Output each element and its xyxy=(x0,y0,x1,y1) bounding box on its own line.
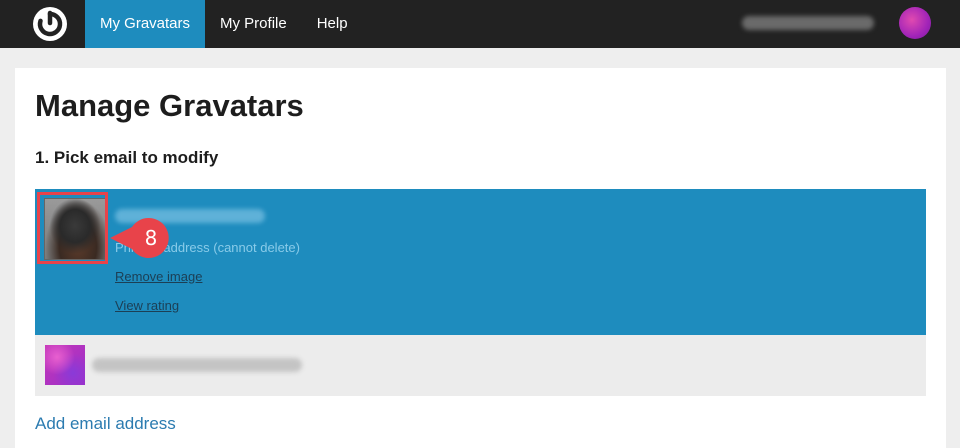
nav-help[interactable]: Help xyxy=(302,0,363,48)
step-title: 1. Pick email to modify xyxy=(35,148,219,167)
gravatar-logo-icon[interactable] xyxy=(31,5,69,43)
annotation-highlight-box xyxy=(37,192,108,264)
view-rating-link[interactable]: View rating xyxy=(115,298,179,313)
account-avatar[interactable] xyxy=(899,7,931,39)
main-nav: My Gravatars My Profile Help xyxy=(85,0,363,48)
step-callout-number: 8 xyxy=(144,226,158,250)
add-email-link[interactable]: Add email address xyxy=(35,414,176,434)
top-navigation-bar: My Gravatars My Profile Help xyxy=(0,0,960,48)
nav-my-gravatars[interactable]: My Gravatars xyxy=(85,0,206,48)
email-avatar xyxy=(45,345,85,385)
page-title: Manage Gravatars xyxy=(35,88,304,123)
remove-image-link[interactable]: Remove image xyxy=(115,269,202,284)
account-email-blurred[interactable] xyxy=(742,16,874,30)
secondary-email-blurred xyxy=(92,358,302,372)
nav-my-profile[interactable]: My Profile xyxy=(205,0,302,48)
